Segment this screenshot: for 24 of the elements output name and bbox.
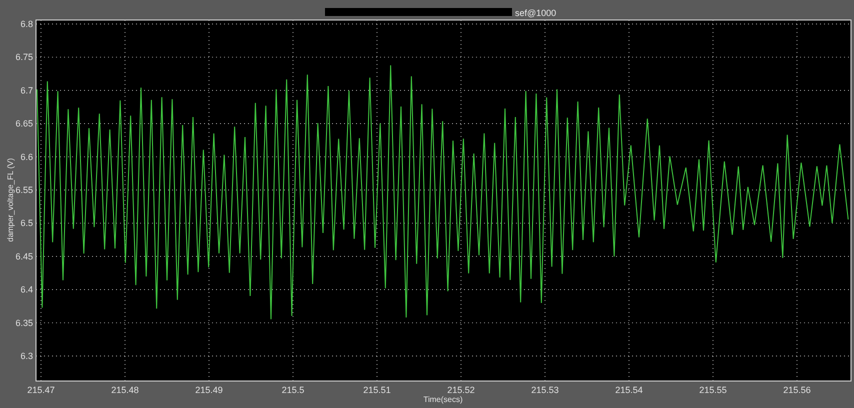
axis-tick-label: 6.5 — [20, 218, 33, 228]
axis-tick-label: 6.45 — [15, 251, 33, 262]
axis-tick-label: 215.48 — [111, 385, 139, 395]
plot-title: sef@1000 — [515, 8, 556, 18]
axis-tick-label: 215.56 — [783, 385, 811, 395]
axis-tick-label: 6.8 — [20, 19, 33, 29]
axis-tick-label: 6.65 — [15, 118, 33, 129]
axis-tick-label: 6.7 — [20, 85, 33, 96]
axis-label: Time(secs) — [423, 395, 463, 404]
axis-tick-label: 215.53 — [531, 385, 559, 395]
axis-tick-label: 6.6 — [20, 152, 33, 162]
axis-tick-label: 215.52 — [447, 385, 475, 395]
axis-tick-label: 6.35 — [15, 318, 33, 328]
axis-tick-label: 6.55 — [15, 185, 33, 195]
axis-tick-label: 215.55 — [699, 385, 727, 395]
axis-tick-label: 215.5 — [282, 385, 304, 395]
axis-tick-label: 215.54 — [615, 385, 643, 395]
axis-tick-label: 6.3 — [20, 351, 33, 361]
axis-tick-label: 6.4 — [20, 284, 33, 295]
axis-tick-label: 6.75 — [15, 52, 33, 62]
axis-tick-label: 215.51 — [363, 385, 391, 395]
axis-label: damper_voltage_FL (V) — [6, 158, 15, 242]
axis-tick-label: 215.47 — [27, 385, 55, 395]
axis-tick-label: 215.49 — [195, 385, 223, 395]
